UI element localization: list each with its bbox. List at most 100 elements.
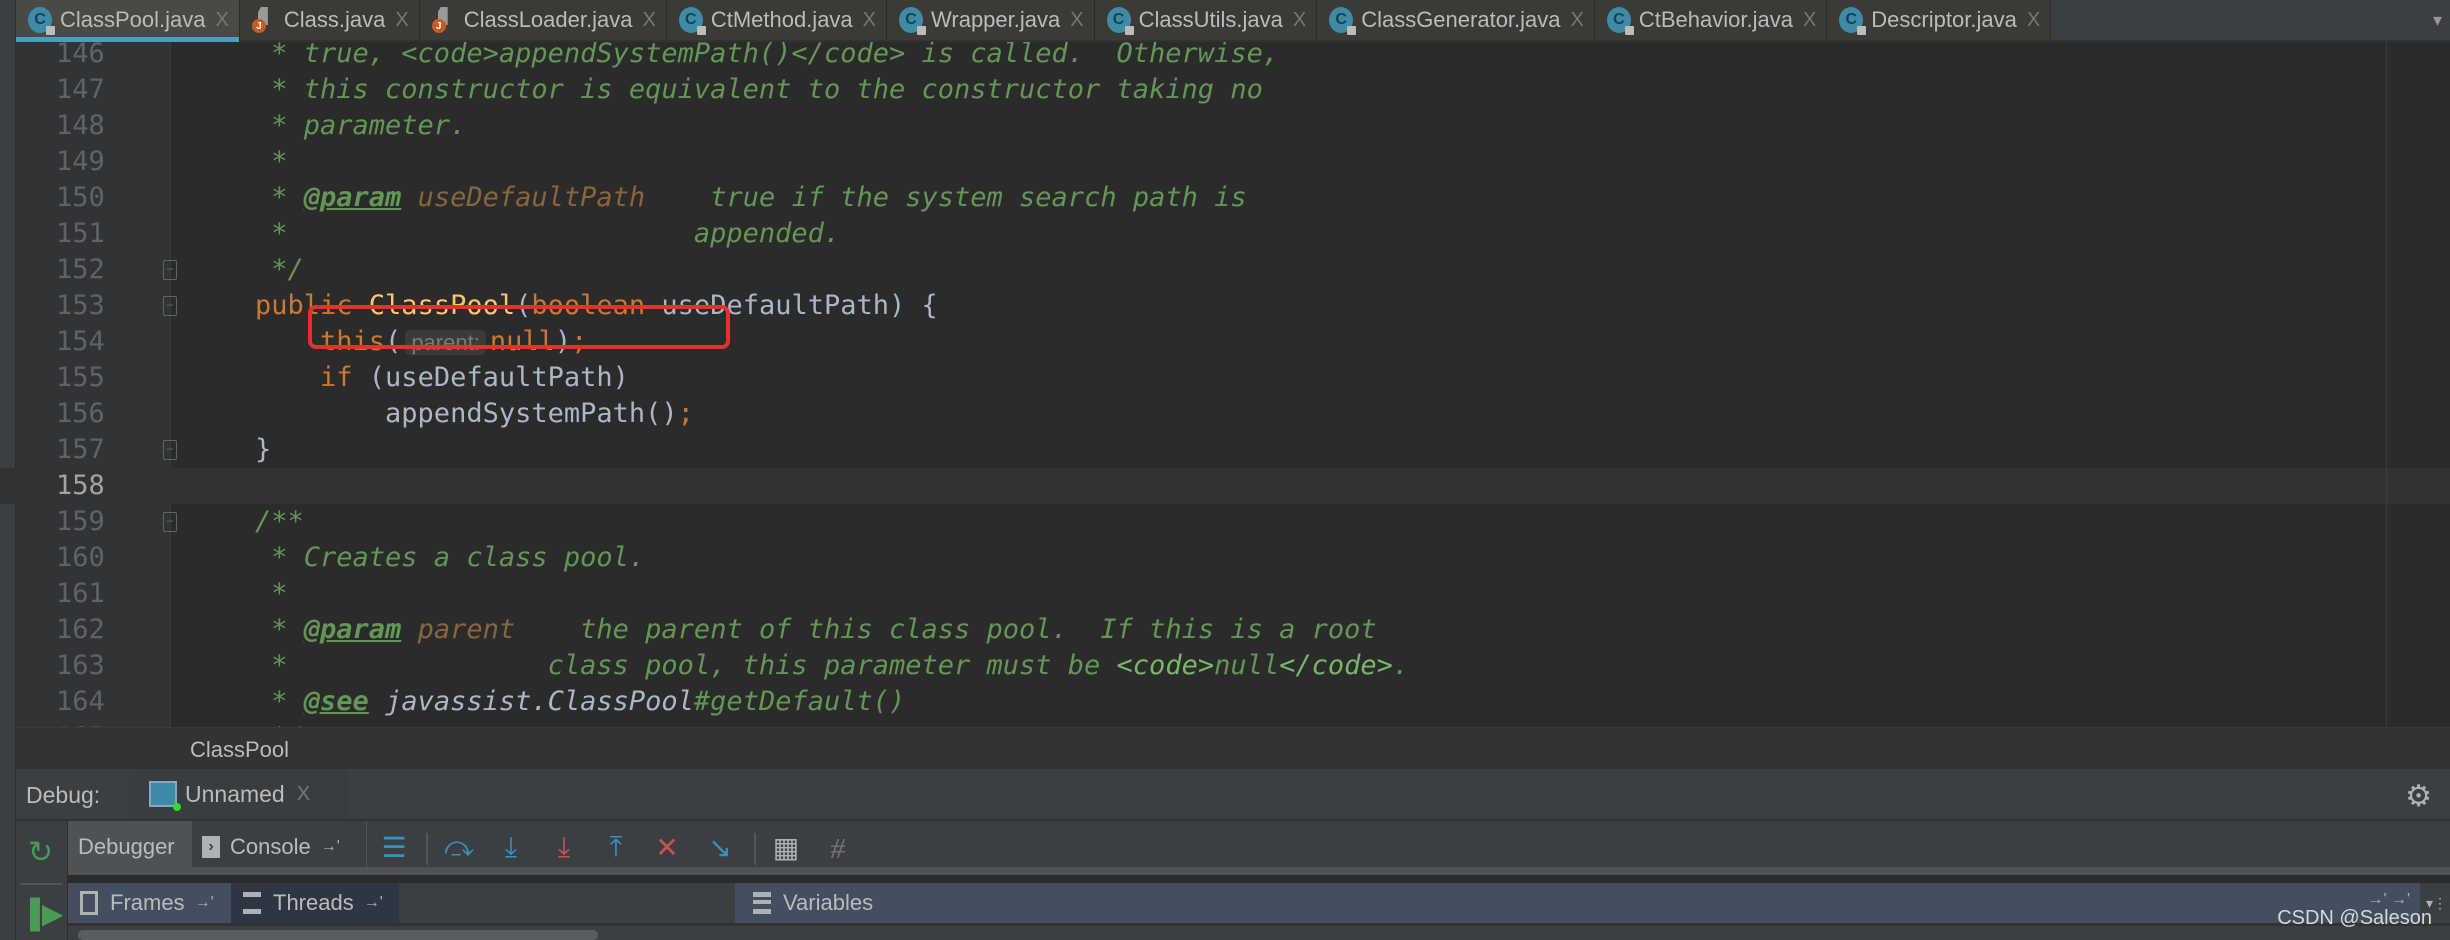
code-line[interactable]: 160 * Creates a class pool. bbox=[0, 540, 2450, 576]
line-number[interactable]: 163 bbox=[16, 648, 136, 684]
rerun-icon[interactable]: ↻ bbox=[28, 835, 53, 870]
breadcrumb-classpool[interactable]: ClassPool bbox=[190, 737, 289, 763]
editor-tab-bar: C ClassPool.java X J Class.java X J ClassLoader… bbox=[16, 0, 2450, 42]
code-line[interactable]: 165− */ bbox=[0, 720, 2450, 727]
code-line[interactable]: 162 * @param parent the parent of this c… bbox=[0, 612, 2450, 648]
tab-class[interactable]: J Class.java X bbox=[239, 0, 420, 40]
debug-session-tab[interactable]: Unnamed X bbox=[129, 769, 349, 819]
debugger-toolbar: Debugger › Console →' ☰ ⤼ ⤓ ⤓ ⤒ ✕ ↘ ▦ ⧣ bbox=[68, 821, 2450, 875]
code-token: } bbox=[255, 434, 272, 465]
fold-icon[interactable]: − bbox=[163, 440, 177, 460]
highlight-annotation-box bbox=[308, 305, 730, 349]
close-icon[interactable]: X bbox=[1293, 9, 1306, 32]
code-line[interactable]: 146 * true, <code>appendSystemPath()</co… bbox=[0, 42, 2450, 72]
code-line[interactable]: 155 if (useDefaultPath) bbox=[0, 360, 2450, 396]
line-number[interactable]: 159 bbox=[16, 504, 136, 540]
tab-classutils[interactable]: C ClassUtils.java X bbox=[1094, 0, 1318, 40]
close-icon[interactable]: X bbox=[216, 9, 229, 32]
code-line[interactable]: 157 −} bbox=[0, 432, 2450, 468]
tab-ctbehavior[interactable]: C CtBehavior.java X bbox=[1594, 0, 1828, 40]
pin-icon[interactable]: →' bbox=[364, 894, 383, 912]
close-icon[interactable]: X bbox=[642, 9, 655, 32]
code-line[interactable]: 152 − */ bbox=[0, 252, 2450, 288]
code-text: * appended. bbox=[255, 216, 840, 252]
line-number[interactable]: 154 bbox=[16, 324, 136, 360]
tab-wrapper[interactable]: C Wrapper.java X bbox=[887, 0, 1095, 40]
line-number[interactable]: 155 bbox=[16, 360, 136, 396]
scrollbar[interactable] bbox=[78, 930, 598, 940]
code-line[interactable]: 163 * class pool, this parameter must be… bbox=[0, 648, 2450, 684]
code-line[interactable]: 159 − /** bbox=[0, 504, 2450, 540]
run-to-cursor-icon[interactable]: ↘ bbox=[703, 831, 737, 864]
step-into-icon[interactable]: ⤓ bbox=[494, 831, 528, 864]
close-icon[interactable]: X bbox=[1571, 9, 1584, 32]
code-text: * true, <code>appendSystemPath()</code> … bbox=[255, 42, 1279, 72]
variables-label: Variables bbox=[783, 890, 874, 915]
close-icon[interactable]: X bbox=[1070, 9, 1083, 32]
code-line[interactable]: 161 * bbox=[0, 576, 2450, 612]
close-icon[interactable]: X bbox=[297, 783, 310, 806]
close-icon[interactable]: X bbox=[1803, 9, 1816, 32]
code-line[interactable]: 158 bbox=[0, 468, 2450, 504]
line-number[interactable]: 151 bbox=[16, 216, 136, 252]
close-icon[interactable]: X bbox=[2027, 9, 2040, 32]
line-number[interactable]: 164 bbox=[16, 684, 136, 720]
line-number[interactable]: 156 bbox=[16, 396, 136, 432]
fold-icon[interactable]: − bbox=[163, 512, 177, 532]
code-line[interactable]: 150 * @param useDefaultPath true if the … bbox=[0, 180, 2450, 216]
class-icon: C bbox=[1839, 7, 1867, 35]
line-number[interactable]: 158 bbox=[16, 468, 136, 504]
line-number[interactable]: 152 bbox=[16, 252, 136, 288]
line-number[interactable]: 161 bbox=[16, 576, 136, 612]
force-step-into-icon[interactable]: ⤓ bbox=[547, 831, 581, 864]
step-over-icon[interactable]: ⤼ bbox=[442, 831, 476, 864]
close-icon[interactable]: X bbox=[863, 9, 876, 32]
code-token: </code> bbox=[1279, 650, 1393, 681]
line-number[interactable]: 153 bbox=[16, 288, 136, 324]
code-text: * class pool, this parameter must be <co… bbox=[255, 648, 1409, 684]
tab-descriptor[interactable]: C Descriptor.java X bbox=[1827, 0, 2052, 40]
line-number[interactable]: 162 bbox=[16, 612, 136, 648]
fold-icon[interactable]: − bbox=[163, 260, 177, 280]
tab-overflow-icon[interactable]: ▾ bbox=[2433, 10, 2442, 31]
tab-threads[interactable]: Threads →' bbox=[231, 883, 399, 923]
gear-icon[interactable]: ⚙ bbox=[2405, 779, 2432, 814]
line-number[interactable]: 146 bbox=[16, 42, 136, 72]
pin-icon[interactable]: →' bbox=[321, 838, 340, 856]
tab-ctmethod[interactable]: C CtMethod.java X bbox=[666, 0, 888, 40]
tab-console[interactable]: › Console →' bbox=[192, 821, 367, 873]
line-number[interactable]: 147 bbox=[16, 72, 136, 108]
line-number[interactable]: 165 bbox=[16, 720, 136, 727]
line-number[interactable]: 157 bbox=[16, 432, 136, 468]
code-line[interactable]: 147 * this constructor is equivalent to … bbox=[0, 72, 2450, 108]
right-margin-guide bbox=[2386, 42, 2387, 727]
code-line[interactable]: 148 * parameter. bbox=[0, 108, 2450, 144]
tab-debugger[interactable]: Debugger bbox=[68, 821, 192, 873]
code-line[interactable]: 156 appendSystemPath(); bbox=[0, 396, 2450, 432]
tab-frames[interactable]: Frames →' bbox=[80, 883, 214, 923]
code-token: parent bbox=[401, 614, 516, 645]
line-number[interactable]: 148 bbox=[16, 108, 136, 144]
class-icon: C bbox=[1329, 7, 1357, 35]
code-line[interactable]: 151 * appended. bbox=[0, 216, 2450, 252]
code-editor[interactable]: 146 * true, <code>appendSystemPath()</co… bbox=[0, 42, 2450, 727]
code-line[interactable]: 164 * @see javassist.ClassPool#getDefaul… bbox=[0, 684, 2450, 720]
line-number[interactable]: 160 bbox=[16, 540, 136, 576]
code-line[interactable]: 149 * bbox=[0, 144, 2450, 180]
line-number[interactable]: 150 bbox=[16, 180, 136, 216]
pin-icon[interactable]: →' bbox=[195, 894, 214, 912]
tab-classloader[interactable]: J ClassLoader.java X bbox=[419, 0, 667, 40]
variables-header: Variables bbox=[753, 883, 873, 923]
tab-classpool[interactable]: C ClassPool.java X bbox=[16, 0, 240, 42]
resume-program-icon[interactable]: ▌▶ bbox=[30, 897, 63, 930]
evaluate-expression-icon[interactable]: ▦ bbox=[769, 831, 803, 864]
fold-icon[interactable]: − bbox=[163, 296, 177, 316]
tab-classgenerator[interactable]: C ClassGenerator.java X bbox=[1317, 0, 1595, 40]
mute-breakpoints-icon[interactable]: ⧣ bbox=[821, 831, 855, 864]
close-icon[interactable]: X bbox=[395, 9, 408, 32]
restore-layout-icon[interactable]: ☰ bbox=[377, 831, 411, 864]
line-number[interactable]: 149 bbox=[16, 144, 136, 180]
java-class-file-icon: J bbox=[251, 7, 276, 33]
drop-frame-icon[interactable]: ✕ bbox=[650, 831, 684, 864]
step-out-icon[interactable]: ⤒ bbox=[599, 831, 633, 864]
